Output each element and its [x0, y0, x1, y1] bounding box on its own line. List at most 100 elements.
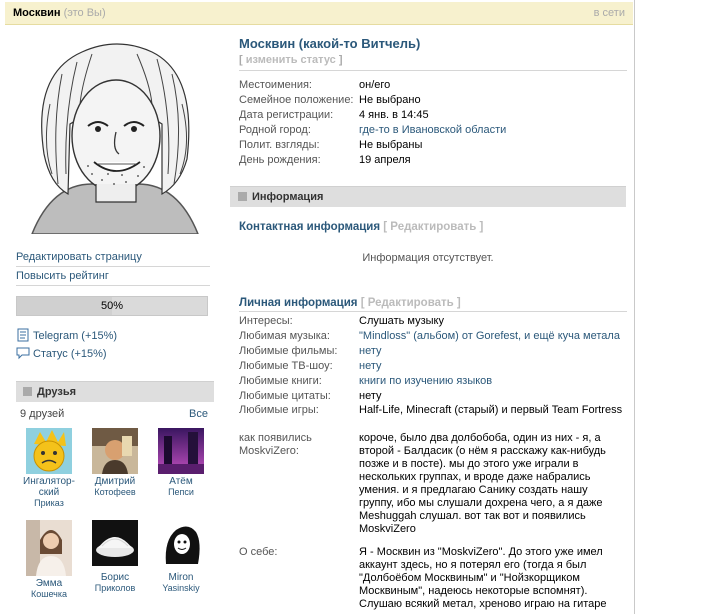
personal-info-label: Любимая музыка:: [239, 330, 330, 342]
topbar-name: Москвин (это Вы): [13, 7, 106, 19]
personal-info-label: Любимые книги:: [239, 375, 322, 387]
basic-info-value: он/его: [359, 79, 391, 91]
contact-info-title: Контактная информация: [239, 221, 381, 233]
basic-info-label: Местоимения:: [239, 79, 312, 91]
personal-info-value: Я - Москвин из "MoskviZero". До этого уж…: [359, 546, 607, 610]
profile-page: Москвин (это Вы) в сети Редактировать ст…: [0, 0, 705, 614]
personal-divider: [239, 311, 627, 312]
friend-avatar[interactable]: [26, 520, 72, 576]
personal-info-label: Любимые фильмы:: [239, 345, 338, 357]
basic-info-label: Родной город:: [239, 124, 311, 136]
friend-card[interactable]: Ингалятор­ский Приказ: [16, 428, 82, 509]
personal-info-value: нету: [359, 390, 382, 402]
status-bracket-open: [: [239, 54, 243, 66]
status-line: [ изменить статус ]: [239, 54, 343, 66]
friend-avatar[interactable]: [92, 428, 138, 474]
friends-meta: 9 друзей Все: [20, 406, 208, 422]
section-marker-icon: [238, 192, 247, 201]
personal-info-title: Личная информация: [239, 297, 358, 309]
personal-info-value[interactable]: нету: [359, 359, 625, 374]
friend-avatar-image: [158, 428, 204, 474]
basic-info-label: Полит. взгляды:: [239, 139, 320, 151]
status-bracket-close: ]: [338, 54, 343, 66]
friend-avatar-image: [158, 520, 204, 566]
edit-page-link[interactable]: Редактировать страницу: [16, 248, 206, 266]
menu-divider: [16, 285, 210, 286]
contact-edit-link[interactable]: [ Редактировать ]: [383, 221, 483, 233]
personal-info-value[interactable]: нету: [359, 344, 625, 359]
friend-last-name[interactable]: Yasinskiy: [148, 583, 214, 594]
friend-avatar[interactable]: [158, 428, 204, 474]
basic-info-value[interactable]: где-то в Ивановской области: [359, 123, 625, 138]
bonus-status-label[interactable]: Статус (+15%): [33, 348, 107, 360]
rating-bar-fill: [17, 297, 112, 315]
friend-first-name[interactable]: Miron: [148, 572, 214, 583]
personal-info-label: Любимые игры:: [239, 404, 319, 416]
friend-first-name[interactable]: Дмитрий: [82, 476, 148, 487]
rating-bar[interactable]: 50%: [16, 296, 208, 316]
change-status-link[interactable]: изменить статус: [246, 54, 336, 66]
online-status: в сети: [593, 7, 625, 19]
personal-edit-link[interactable]: [ Редактировать ]: [361, 297, 461, 309]
basic-info-value: 19 апреля: [359, 154, 411, 166]
friend-avatar[interactable]: [26, 428, 72, 474]
friend-card[interactable]: Miron Yasinskiy: [148, 520, 214, 594]
personal-info-label: Интересы:: [239, 315, 293, 327]
personal-info-label: О себе:: [239, 546, 278, 558]
friend-last-name[interactable]: Котофеев: [82, 487, 148, 498]
document-icon: [17, 328, 29, 342]
personal-info-value[interactable]: "Mindloss" (альбом) от Gorefest, и ещё к…: [359, 329, 625, 344]
friend-card[interactable]: Эмма Кошечка: [16, 520, 82, 600]
friend-card[interactable]: Дмитрий Котофеев: [82, 428, 148, 498]
friends-all-link[interactable]: Все: [189, 406, 208, 422]
friend-last-name[interactable]: Кошечка: [16, 589, 82, 600]
personal-info-label: как появились MoskviZero:: [239, 432, 312, 457]
rating-value: 50%: [100, 300, 124, 312]
contact-info-heading: Контактная информация [ Редактировать ]: [239, 221, 483, 233]
profile-topbar: Москвин (это Вы) в сети: [5, 2, 633, 25]
bonus-telegram[interactable]: Telegram (+15%): [16, 328, 117, 344]
friend-avatar[interactable]: [92, 520, 138, 566]
bonus-status[interactable]: Статус (+15%): [16, 346, 107, 362]
friend-last-name[interactable]: Пепси: [148, 487, 214, 498]
friend-first-name[interactable]: Эмма: [16, 578, 82, 589]
friend-last-name[interactable]: Приколов: [82, 583, 148, 594]
friend-card[interactable]: Борис Приколов: [82, 520, 148, 594]
basic-info-label: День рождения:: [239, 154, 321, 166]
section-marker-icon: [23, 387, 32, 396]
profile-photo[interactable]: [22, 34, 208, 235]
profile-title: Москвин (какой-то Витчель): [239, 36, 421, 51]
info-section-title: Информация: [252, 191, 324, 203]
friend-avatar[interactable]: [158, 520, 204, 566]
personal-info-value: Half-Life, Minecraft (старый) и первый T…: [359, 404, 623, 416]
contact-empty-text: Информация отсутствует.: [362, 252, 494, 264]
basic-info-value: Не выбрано: [359, 94, 421, 106]
bonus-telegram-label[interactable]: Telegram (+15%): [33, 330, 117, 342]
chat-bubble-icon: [16, 347, 30, 360]
basic-info-label: Семейное положение:: [239, 94, 354, 106]
basic-info-value: 4 янв. в 14:45: [359, 109, 429, 121]
page-border: [634, 0, 635, 614]
profile-photo-drawing: [22, 34, 208, 235]
user-name: Москвин: [13, 7, 61, 19]
friend-avatar-image: [26, 520, 72, 576]
raise-rating-link[interactable]: Повысить рейтинг: [16, 267, 206, 285]
info-section-header: Информация: [230, 186, 626, 207]
title-divider: [239, 70, 627, 71]
personal-info-value[interactable]: книги по изучению языков: [359, 374, 625, 389]
personal-info-value: Слушать музыку: [359, 315, 444, 327]
friend-card[interactable]: Атём Пепси: [148, 428, 214, 498]
friend-first-name[interactable]: Атём: [148, 476, 214, 487]
friend-first-name[interactable]: Борис: [82, 572, 148, 583]
friend-first-name[interactable]: Ингалятор­ский: [16, 476, 82, 498]
friends-count: 9 друзей: [20, 408, 65, 420]
personal-info-heading: Личная информация [ Редактировать ]: [239, 297, 461, 309]
friend-avatar-image: [92, 520, 138, 566]
personal-info-label: Любимые ТВ-шоу:: [239, 360, 333, 372]
basic-info-value: Не выбраны: [359, 139, 423, 151]
friends-title: Друзья: [37, 386, 77, 398]
personal-info-value: короче, было два долбобоба, один из них …: [359, 432, 606, 535]
you-label: (это Вы): [63, 7, 106, 19]
personal-info-label: Любимые цитаты:: [239, 390, 331, 402]
friend-last-name[interactable]: Приказ: [16, 498, 82, 509]
